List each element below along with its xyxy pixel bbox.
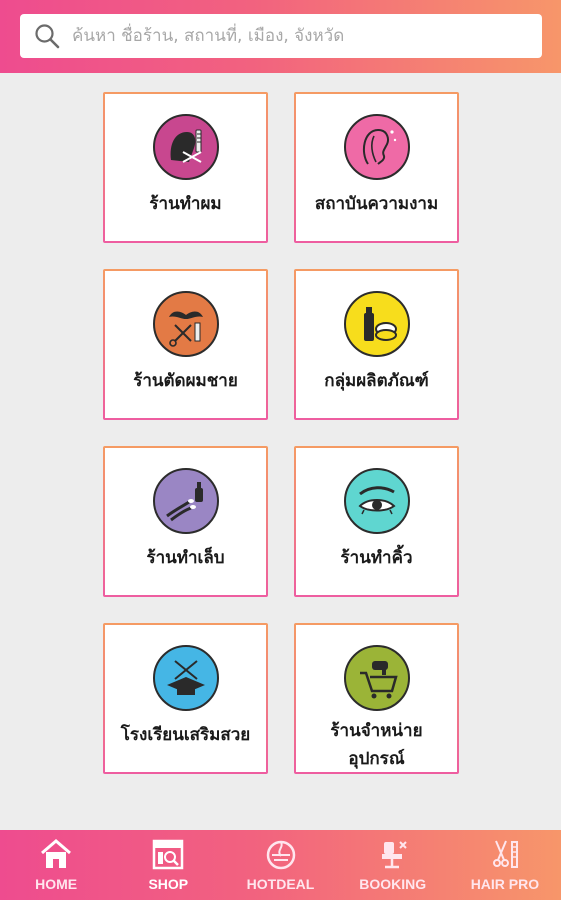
category-label: ร้านทำผม (149, 194, 222, 214)
barber-mustache-icon (152, 291, 219, 357)
category-grid: ร้านทำผม สถาบันความงาม ร้านตัดผมชาย กลุ่… (0, 0, 561, 830)
nav-hotdeal[interactable]: HOTDEAL (224, 830, 336, 900)
equipment-cart-icon (343, 645, 410, 711)
category-label: ร้านทำเล็บ (146, 548, 225, 568)
beauty-face-icon (343, 114, 410, 180)
booking-chair-icon (375, 836, 411, 872)
category-label: ร้านทำคิ้ว (340, 548, 413, 568)
category-hair-salon[interactable]: ร้านทำผม (103, 92, 268, 243)
category-products[interactable]: กลุ่มผลิตภัณฑ์ (294, 269, 459, 420)
category-label: กลุ่มผลิตภัณฑ์ (324, 371, 429, 391)
hair-salon-icon (152, 114, 219, 180)
nav-label: HOTDEAL (246, 876, 315, 892)
bottom-nav: HOME SHOP HOTDEAL BOOKING HAIR PRO (0, 830, 561, 900)
category-label: ร้านจำหน่าย อุปกรณ์ (330, 721, 423, 769)
nav-hair-pro[interactable]: HAIR PRO (449, 830, 561, 900)
category-label: สถาบันความงาม (314, 194, 439, 214)
category-eyebrow[interactable]: ร้านทำคิ้ว (294, 446, 459, 597)
category-beauty-school[interactable]: โรงเรียนเสริมสวย (103, 623, 268, 774)
eyebrow-eye-icon (343, 468, 410, 534)
nav-label: SHOP (148, 876, 189, 892)
nav-label: HAIR PRO (470, 876, 540, 892)
nav-label: HOME (35, 876, 78, 892)
hotdeal-icon (263, 836, 299, 872)
nail-polish-icon (152, 468, 219, 534)
nav-home[interactable]: HOME (0, 830, 112, 900)
products-icon (343, 291, 410, 357)
nav-booking[interactable]: BOOKING (337, 830, 449, 900)
category-nail-salon[interactable]: ร้านทำเล็บ (103, 446, 268, 597)
category-beauty-institute[interactable]: สถาบันความงาม (294, 92, 459, 243)
category-barber[interactable]: ร้านตัดผมชาย (103, 269, 268, 420)
nav-label: BOOKING (359, 876, 427, 892)
beauty-school-icon (152, 645, 219, 711)
category-label: ร้านตัดผมชาย (133, 371, 238, 391)
category-label: โรงเรียนเสริมสวย (120, 725, 251, 745)
category-equipment-store[interactable]: ร้านจำหน่าย อุปกรณ์ (294, 623, 459, 774)
home-icon (38, 836, 74, 872)
shop-icon (150, 836, 186, 872)
nav-shop[interactable]: SHOP (112, 830, 224, 900)
hair-pro-scissors-icon (487, 836, 523, 872)
